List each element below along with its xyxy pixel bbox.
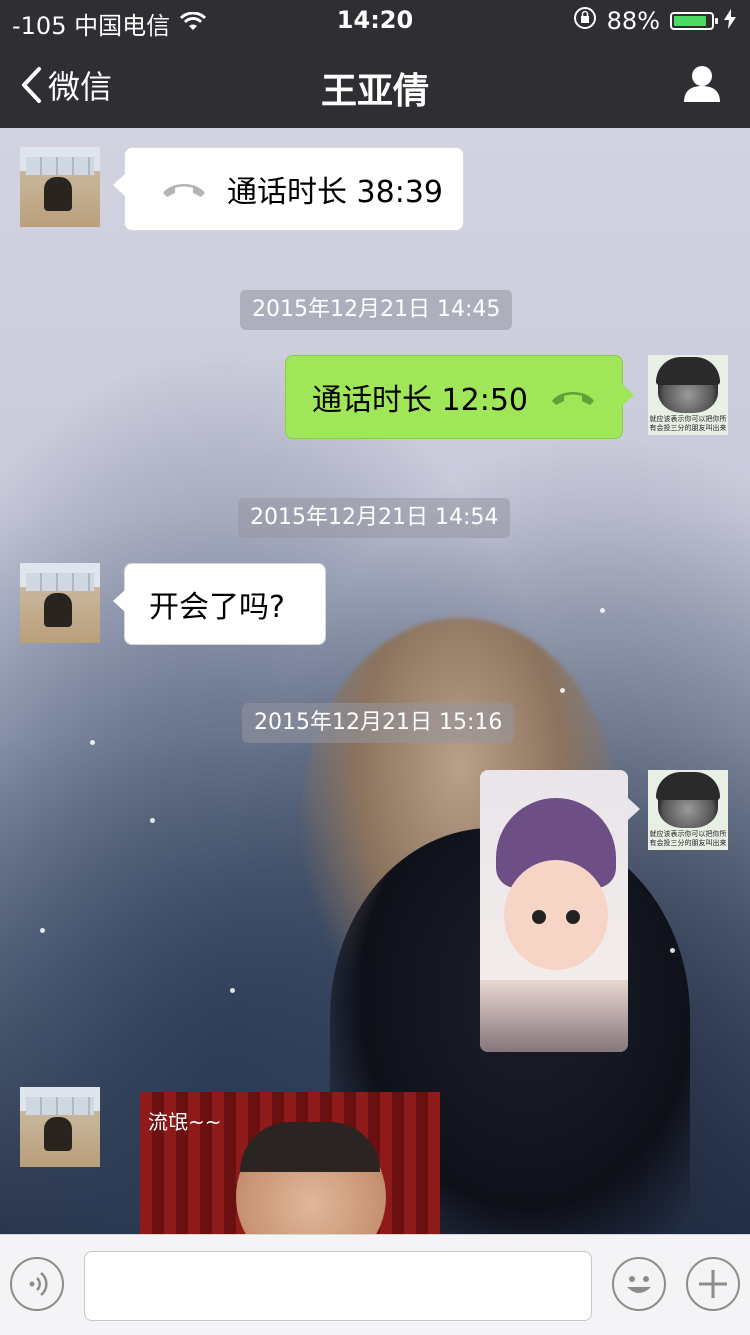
phone-icon: [163, 184, 205, 197]
call-duration: 通话时长 12:50: [312, 383, 528, 418]
friend-avatar[interactable]: [20, 1087, 100, 1167]
gif-sticker-message[interactable]: 流氓~~: [140, 1092, 440, 1234]
photo-bubble-tail: [628, 798, 640, 820]
my-avatar[interactable]: 就应该表示你可以把你所有会投三分的朋友叫出来: [648, 355, 728, 435]
gif-caption: 流氓~~: [148, 1110, 222, 1134]
chat-info-button[interactable]: [682, 64, 722, 104]
outgoing-call-message[interactable]: 通话时长 12:50: [285, 355, 634, 439]
phone-icon: [552, 392, 594, 405]
battery-icon: [670, 12, 718, 30]
photo-message[interactable]: [480, 770, 628, 1052]
battery-percent: 88%: [606, 7, 660, 35]
status-bar: -105 中国电信 14:20 88%: [0, 0, 750, 40]
timestamp: 2015年12月21日 14:45: [240, 290, 513, 330]
voice-button[interactable]: [10, 1257, 64, 1311]
message-text: 开会了吗?: [149, 590, 285, 625]
person-icon: [684, 66, 720, 102]
call-duration: 通话时长 38:39: [227, 175, 443, 210]
orientation-lock-icon: [573, 6, 597, 36]
avatar-sticker-caption: 就应该表示你可以把你所有会投三分的朋友叫出来: [649, 415, 727, 432]
plus-icon: [699, 1270, 727, 1298]
message-input[interactable]: [84, 1251, 592, 1321]
timestamp: 2015年12月21日 14:54: [238, 498, 511, 538]
chat-title: 王亚倩: [320, 71, 429, 112]
incoming-call-message[interactable]: 通话时长 38:39: [113, 147, 464, 231]
friend-avatar[interactable]: [20, 147, 100, 227]
timestamp: 2015年12月21日 15:16: [242, 703, 515, 743]
smiley-icon: [627, 1276, 651, 1293]
nav-bar: 微信 王亚倩: [0, 40, 750, 128]
voice-icon: [29, 1272, 48, 1296]
input-bar: [0, 1234, 750, 1335]
more-button[interactable]: [686, 1257, 740, 1311]
my-avatar[interactable]: 就应该表示你可以把你所有会投三分的朋友叫出来: [648, 770, 728, 850]
friend-avatar[interactable]: [20, 563, 100, 643]
avatar-sticker-caption: 就应该表示你可以把你所有会投三分的朋友叫出来: [649, 830, 727, 847]
emoji-button[interactable]: [612, 1257, 666, 1311]
charging-icon: [724, 7, 736, 35]
text-message[interactable]: 开会了吗?: [113, 563, 326, 645]
